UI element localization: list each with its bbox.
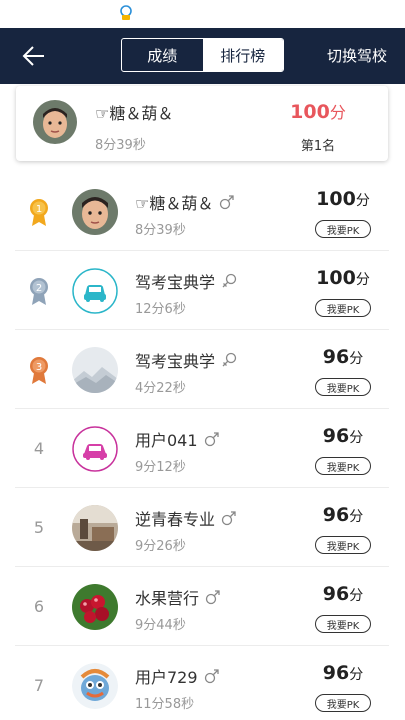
tab-scores[interactable]: 成绩	[122, 39, 203, 71]
user-name: 用户729	[135, 664, 220, 688]
pk-button[interactable]: 我要PK	[315, 615, 371, 633]
pk-button[interactable]: 我要PK	[315, 536, 371, 554]
svg-text:1: 1	[36, 204, 42, 215]
segment-control: 成绩 排行榜	[121, 38, 284, 72]
back-arrow-icon[interactable]	[18, 40, 50, 72]
avatar	[72, 189, 118, 235]
user-time: 9分26秒	[135, 539, 186, 554]
pk-button[interactable]: 我要PK	[315, 694, 371, 712]
my-rank: 第1名	[300, 139, 336, 154]
status-bar	[0, 0, 405, 28]
pk-button[interactable]: 我要PK	[315, 299, 371, 317]
svg-text:2: 2	[36, 283, 42, 294]
avatar	[72, 505, 118, 551]
user-time: 4分22秒	[135, 381, 186, 396]
pk-button[interactable]: 我要PK	[315, 220, 371, 238]
user-name: 水果营行	[135, 585, 221, 609]
list-item[interactable]: 2 驾考宝典学 12分6秒 100分 我要PK	[15, 251, 389, 330]
list-item[interactable]: 7 用户729 11分58秒 96分 我要PK	[15, 646, 389, 720]
male-icon	[204, 669, 219, 684]
user-score: 96分	[322, 583, 364, 605]
list-item[interactable]: 3 驾考宝典学 4分22秒 96分 我要PK	[15, 330, 389, 409]
my-time: 8分39秒	[95, 138, 146, 153]
user-name: 驾考宝典学	[135, 269, 237, 293]
list-item[interactable]: 1 ☞糖＆葫＆ 8分39秒 100分 我要PK	[15, 172, 389, 251]
user-name: ☞糖＆葫＆	[135, 190, 235, 214]
silver-medal-icon: 2	[23, 251, 55, 330]
rank-number: 7	[33, 676, 45, 695]
list-item[interactable]: 5 逆青春专业 9分26秒 96分 我要PK	[15, 488, 389, 567]
ranking-list: 1 ☞糖＆葫＆ 8分39秒 100分 我要PK 2 驾考宝典学 12分6秒 10…	[0, 172, 405, 720]
rank-number: 6	[33, 597, 45, 616]
list-item[interactable]: 4 用户041 9分12秒 96分 我要PK	[15, 409, 389, 488]
list-item[interactable]: 6 水果营行 9分44秒 96分 我要PK	[15, 567, 389, 646]
avatar	[72, 268, 118, 314]
notification-icon	[120, 5, 132, 20]
user-time: 11分58秒	[135, 697, 195, 712]
user-score: 100分	[316, 267, 370, 289]
male-icon	[221, 511, 236, 526]
male-icon	[205, 590, 220, 605]
bronze-medal-icon: 3	[23, 330, 55, 409]
avatar	[72, 584, 118, 630]
user-time: 8分39秒	[135, 223, 186, 238]
landscape-icon	[72, 347, 118, 393]
user-score: 96分	[322, 662, 364, 684]
user-score: 96分	[322, 425, 364, 447]
cartoon-avatar-icon	[72, 663, 118, 709]
rank-number: 5	[33, 518, 45, 537]
user-score: 96分	[322, 346, 364, 368]
user-name: 逆青春专业	[135, 506, 237, 530]
car-icon	[72, 268, 118, 314]
user-score: 100分	[316, 188, 370, 210]
top-nav-bar: 成绩 排行榜 切换驾校	[0, 28, 405, 84]
user-time: 12分6秒	[135, 302, 186, 317]
user-time: 9分44秒	[135, 618, 186, 633]
boy-photo-icon	[33, 100, 77, 144]
pink-car-icon	[72, 426, 118, 472]
user-name: 用户041	[135, 427, 220, 451]
avatar	[72, 663, 118, 709]
avatar	[72, 347, 118, 393]
female-icon	[222, 352, 237, 367]
pk-button[interactable]: 我要PK	[315, 457, 371, 475]
male-icon	[204, 432, 219, 447]
female-icon	[222, 273, 237, 288]
cherries-icon	[72, 584, 118, 630]
boy-photo-icon	[72, 189, 118, 235]
tab-leaderboard[interactable]: 排行榜	[202, 39, 283, 71]
my-name: ☞糖＆葫＆	[95, 104, 174, 123]
male-icon	[220, 195, 235, 210]
avatar	[33, 100, 77, 144]
pk-button[interactable]: 我要PK	[315, 378, 371, 396]
my-score: 100分	[290, 101, 346, 123]
user-score: 96分	[322, 504, 364, 526]
room-photo-icon	[72, 505, 118, 551]
avatar	[72, 426, 118, 472]
switch-school-button[interactable]: 切换驾校	[327, 45, 387, 66]
rank-number: 4	[33, 439, 45, 458]
svg-text:3: 3	[36, 362, 42, 373]
user-time: 9分12秒	[135, 460, 186, 475]
user-name: 驾考宝典学	[135, 348, 237, 372]
my-score-card: ☞糖＆葫＆ 8分39秒 100分 第1名	[16, 86, 388, 161]
gold-medal-icon: 1	[23, 172, 55, 251]
